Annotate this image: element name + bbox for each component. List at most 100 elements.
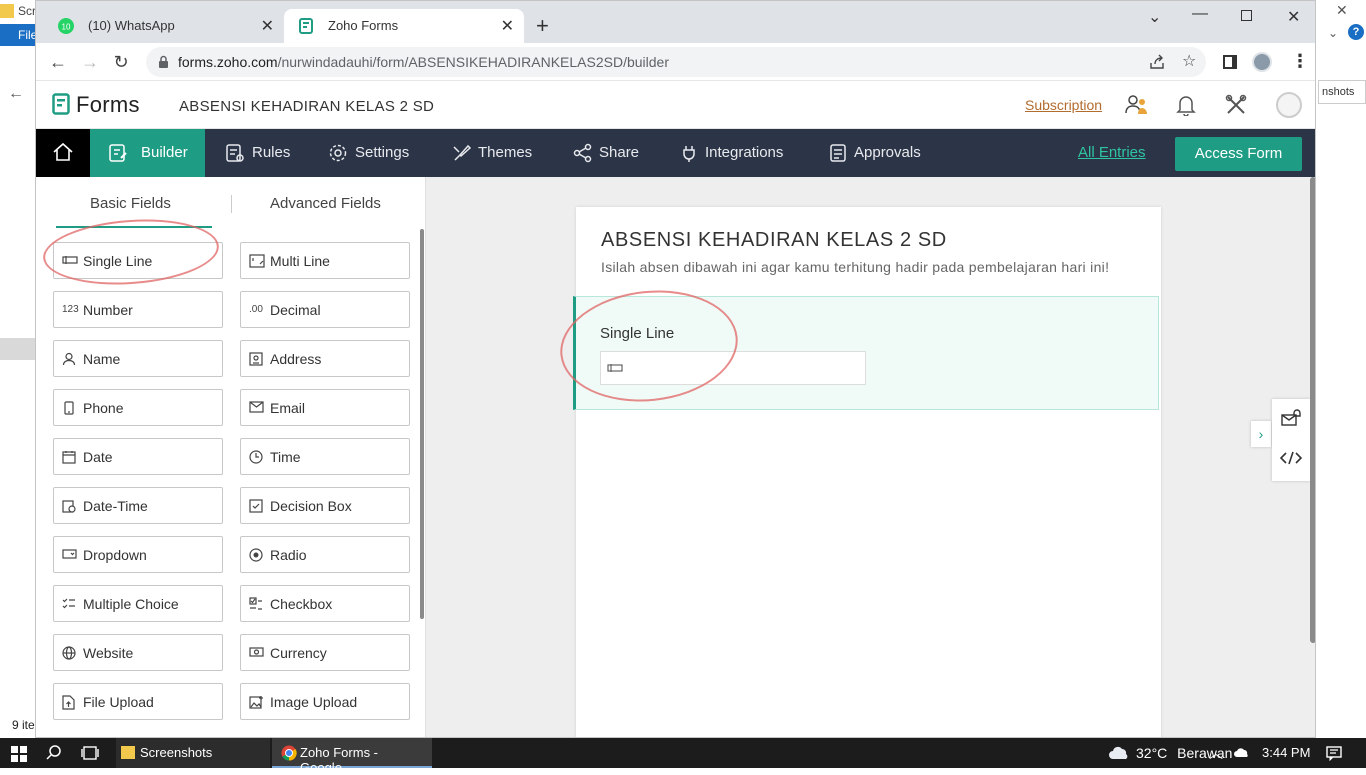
- file-menu[interactable]: File: [0, 24, 37, 46]
- field-radio[interactable]: Radio: [240, 536, 410, 573]
- back-icon[interactable]: ←: [48, 52, 68, 72]
- tab-search-icon[interactable]: ⌄: [1148, 7, 1161, 27]
- date-time-icon: [62, 499, 76, 513]
- app-header: Forms ABSENSI KEHADIRAN KELAS 2 SD Subsc…: [36, 81, 1315, 129]
- approvals-icon: [828, 143, 848, 163]
- canvas-scrollbar[interactable]: [1310, 177, 1315, 643]
- field-label: Website: [83, 645, 134, 661]
- nav-builder[interactable]: Builder: [90, 129, 205, 177]
- task-view-icon[interactable]: [81, 746, 99, 760]
- field-label: File Upload: [83, 694, 154, 710]
- side-tools: [1272, 399, 1310, 481]
- browser-menu-icon[interactable]: ⋮: [1291, 51, 1309, 72]
- field-number[interactable]: 123 Number: [53, 291, 223, 328]
- field-image-upload[interactable]: Image Upload: [240, 683, 410, 720]
- nav-share[interactable]: Share: [573, 129, 639, 177]
- clock[interactable]: 3:44 PM: [1262, 745, 1310, 760]
- fields-panel: Basic Fields Advanced Fields Single Line…: [36, 177, 426, 737]
- bookmark-star-icon[interactable]: ☆: [1182, 51, 1196, 71]
- field-date[interactable]: Date: [53, 438, 223, 475]
- forward-icon[interactable]: →: [80, 52, 100, 72]
- tools-icon[interactable]: [1225, 94, 1247, 116]
- share-icon[interactable]: [1149, 54, 1165, 70]
- nav-approvals[interactable]: Approvals: [828, 129, 921, 177]
- minimize-icon[interactable]: —: [1192, 5, 1208, 23]
- field-checkbox[interactable]: Checkbox: [240, 585, 410, 622]
- tab-advanced-fields[interactable]: Advanced Fields: [270, 195, 381, 212]
- side-panel-icon[interactable]: [1223, 55, 1237, 69]
- windows-start-icon[interactable]: [11, 746, 27, 762]
- temperature: 32°C: [1136, 745, 1168, 761]
- explorer-close-icon[interactable]: ✕: [1336, 2, 1348, 19]
- explorer-left-strip: [0, 0, 36, 738]
- forms-logo[interactable]: Forms: [52, 92, 140, 118]
- embed-code-icon[interactable]: [1280, 451, 1302, 465]
- nav-rules[interactable]: Rules: [225, 129, 290, 177]
- field-decimal[interactable]: .00 Decimal: [240, 291, 410, 328]
- form-description[interactable]: Isilah absen dibawah ini agar kamu terhi…: [601, 259, 1109, 275]
- close-tab-icon[interactable]: ✕: [261, 16, 274, 36]
- profile-avatar-icon[interactable]: [1252, 52, 1272, 72]
- address-icon: [249, 352, 263, 366]
- field-dropdown[interactable]: Dropdown: [53, 536, 223, 573]
- user-avatar-icon[interactable]: [1276, 92, 1302, 118]
- field-time[interactable]: Time: [240, 438, 410, 475]
- new-tab-icon[interactable]: +: [536, 13, 549, 39]
- close-window-icon[interactable]: ✕: [1287, 7, 1300, 27]
- field-email[interactable]: Email: [240, 389, 410, 426]
- expand-panel-chevron-icon[interactable]: ›: [1251, 421, 1271, 447]
- close-tab-icon[interactable]: ✕: [501, 16, 514, 36]
- app-nav: Builder Rules Settings Themes Share Inte…: [36, 129, 1315, 177]
- taskbar-label: Zoho Forms - Google...: [300, 745, 379, 775]
- help-icon[interactable]: ?: [1348, 24, 1364, 40]
- field-file-upload[interactable]: File Upload: [53, 683, 223, 720]
- zoho-forms-icon: [298, 18, 314, 34]
- access-form-button[interactable]: Access Form: [1175, 137, 1302, 171]
- notifications-icon[interactable]: [1326, 746, 1342, 761]
- reload-icon[interactable]: ↻: [111, 52, 131, 72]
- nav-themes[interactable]: Themes: [452, 129, 532, 177]
- field-currency[interactable]: Currency: [240, 634, 410, 671]
- screenshots-button[interactable]: nshots: [1318, 80, 1366, 104]
- home-button[interactable]: [36, 129, 90, 177]
- field-date-time[interactable]: Date-Time: [53, 487, 223, 524]
- chrome-icon: [281, 745, 297, 761]
- field-website[interactable]: Website: [53, 634, 223, 671]
- field-address[interactable]: Address: [240, 340, 410, 377]
- subscription-link[interactable]: Subscription: [1025, 97, 1102, 113]
- field-phone[interactable]: Phone: [53, 389, 223, 426]
- nav-settings[interactable]: Settings: [328, 129, 409, 177]
- cloud-icon: [1108, 746, 1130, 760]
- field-decision-box[interactable]: Decision Box: [240, 487, 410, 524]
- builder-icon: [108, 143, 128, 163]
- tab-basic-fields[interactable]: Basic Fields: [90, 195, 171, 212]
- search-icon[interactable]: [46, 745, 62, 761]
- field-multiple-choice[interactable]: Multiple Choice: [53, 585, 223, 622]
- taskbar-chrome[interactable]: Zoho Forms - Google...: [272, 738, 432, 775]
- taskbar-label: Screenshots: [140, 745, 213, 760]
- weather-text: Berawan: [1177, 745, 1233, 761]
- tab-zoho-forms[interactable]: Zoho Forms ✕: [284, 9, 524, 43]
- maximize-icon[interactable]: [1241, 10, 1252, 21]
- onedrive-cloud-icon[interactable]: [1233, 747, 1249, 758]
- form-title[interactable]: ABSENSI KEHADIRAN KELAS 2 SD: [601, 229, 947, 252]
- url-field[interactable]: forms.zoho.com/nurwindadauhi/form/ABSENS…: [146, 47, 1206, 77]
- tray-chevron-icon[interactable]: ︿: [1209, 743, 1223, 763]
- nav-integrations[interactable]: Integrations: [679, 129, 783, 177]
- back-arrow-icon[interactable]: ←: [8, 85, 24, 103]
- chevron-down-icon[interactable]: ⌄: [1328, 26, 1338, 40]
- users-icon[interactable]: [1125, 94, 1149, 116]
- share-nodes-icon: [573, 143, 593, 163]
- all-entries-link[interactable]: All Entries: [1078, 144, 1146, 161]
- brush-icon: [452, 143, 472, 163]
- multiple-choice-icon: [62, 597, 76, 611]
- panel-scrollbar[interactable]: [420, 229, 424, 619]
- field-multi-line[interactable]: Multi Line: [240, 242, 410, 279]
- taskbar-screenshots[interactable]: Screenshots: [116, 738, 270, 768]
- multi-line-icon: [249, 254, 265, 268]
- tab-whatsapp[interactable]: 10 (10) WhatsApp ✕: [44, 9, 284, 43]
- field-name[interactable]: Name: [53, 340, 223, 377]
- email-notify-icon[interactable]: [1281, 409, 1301, 427]
- number-icon: 123: [62, 304, 79, 315]
- bell-icon[interactable]: [1176, 94, 1196, 116]
